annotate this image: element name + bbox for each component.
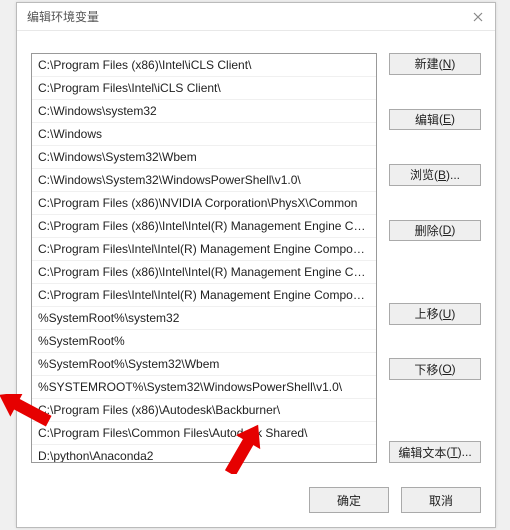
- list-item[interactable]: C:\Program Files (x86)\NVIDIA Corporatio…: [32, 192, 376, 215]
- movedown-button[interactable]: 下移(O): [389, 358, 481, 380]
- list-item[interactable]: C:\Windows\System32\WindowsPowerShell\v1…: [32, 169, 376, 192]
- cancel-button[interactable]: 取消: [401, 487, 481, 513]
- list-item[interactable]: %SystemRoot%\System32\Wbem: [32, 353, 376, 376]
- list-item[interactable]: C:\Windows\System32\Wbem: [32, 146, 376, 169]
- edittext-button[interactable]: 编辑文本(T)...: [389, 441, 481, 463]
- delete-button[interactable]: 删除(D): [389, 220, 481, 242]
- list-item[interactable]: D:\python\Anaconda2: [32, 445, 376, 463]
- list-item[interactable]: C:\Program Files\Intel\Intel(R) Manageme…: [32, 238, 376, 261]
- titlebar: 编辑环境变量: [17, 3, 495, 31]
- list-item[interactable]: %SYSTEMROOT%\System32\WindowsPowerShell\…: [32, 376, 376, 399]
- list-item[interactable]: C:\Program Files (x86)\Intel\Intel(R) Ma…: [32, 215, 376, 238]
- list-item[interactable]: C:\Program Files\Intel\iCLS Client\: [32, 77, 376, 100]
- list-item[interactable]: C:\Program Files (x86)\Intel\Intel(R) Ma…: [32, 261, 376, 284]
- list-item[interactable]: C:\Program Files\Intel\Intel(R) Manageme…: [32, 284, 376, 307]
- button-sidebar: 新建(N) 编辑(E) 浏览(B)... 删除(D) 上移(U) 下移(O) 编…: [389, 53, 481, 463]
- new-button[interactable]: 新建(N): [389, 53, 481, 75]
- edit-button[interactable]: 编辑(E): [389, 109, 481, 131]
- list-item[interactable]: C:\Program Files (x86)\Autodesk\Backburn…: [32, 399, 376, 422]
- list-item[interactable]: C:\Program Files (x86)\Intel\iCLS Client…: [32, 54, 376, 77]
- path-list[interactable]: C:\Program Files (x86)\Intel\iCLS Client…: [31, 53, 377, 463]
- browse-button[interactable]: 浏览(B)...: [389, 164, 481, 186]
- moveup-button[interactable]: 上移(U): [389, 303, 481, 325]
- list-item[interactable]: %SystemRoot%\system32: [32, 307, 376, 330]
- dialog-footer: 确定 取消: [31, 475, 481, 513]
- list-item[interactable]: C:\Program Files\Common Files\Autodesk S…: [32, 422, 376, 445]
- ok-button[interactable]: 确定: [309, 487, 389, 513]
- dialog-title: 编辑环境变量: [27, 8, 99, 25]
- list-item[interactable]: %SystemRoot%: [32, 330, 376, 353]
- list-item[interactable]: C:\Windows: [32, 123, 376, 146]
- close-icon[interactable]: [469, 8, 487, 26]
- env-var-dialog: 编辑环境变量 C:\Program Files (x86)\Intel\iCLS…: [16, 2, 496, 528]
- list-item[interactable]: C:\Windows\system32: [32, 100, 376, 123]
